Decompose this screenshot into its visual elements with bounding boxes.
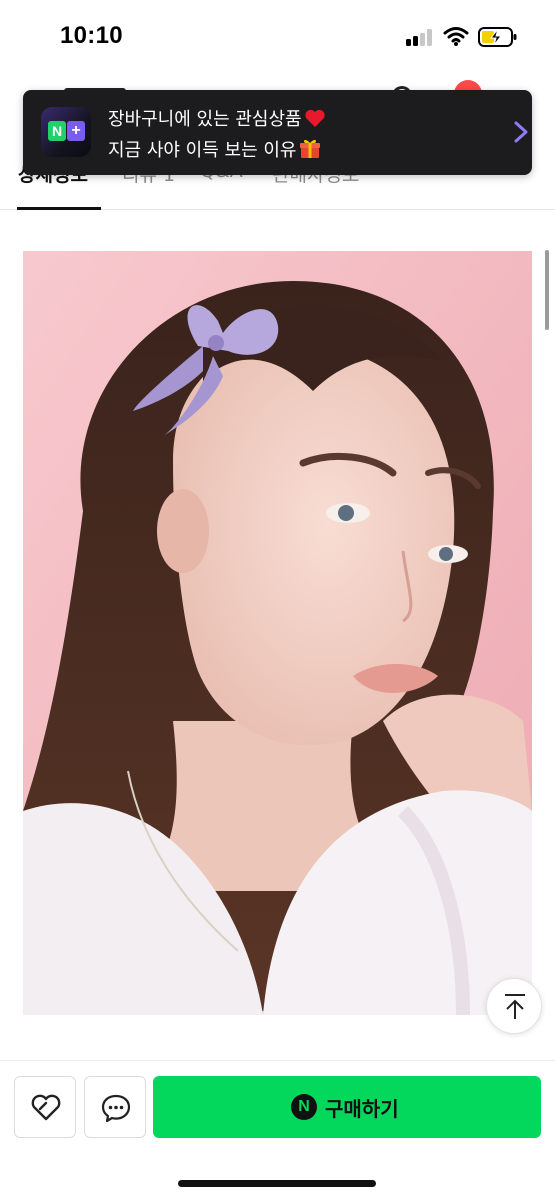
promo-toast[interactable]: N + 장바구니에 있는 관심상품 지금 사야 이득 보는 이유 <box>23 90 532 175</box>
toast-line-1: 장바구니에 있는 관심상품 <box>108 105 326 133</box>
signal-icon <box>406 28 434 46</box>
toast-line-2: 지금 사야 이득 보는 이유 <box>108 136 321 164</box>
scroll-indicator[interactable] <box>545 250 549 330</box>
gift-emoji-icon <box>299 137 321 164</box>
talk-button[interactable] <box>84 1076 146 1138</box>
home-indicator <box>178 1180 376 1187</box>
scroll-top-button[interactable] <box>486 978 542 1034</box>
heart-emoji-icon <box>304 108 326 133</box>
naver-plus-app-icon: N + <box>41 107 91 157</box>
status-time: 10:10 <box>60 22 123 49</box>
like-button[interactable] <box>14 1076 76 1138</box>
product-photo[interactable] <box>23 251 532 1015</box>
battery-charging-icon <box>478 27 517 47</box>
tab-underline <box>17 207 101 210</box>
heart-icon <box>31 1094 61 1121</box>
bottom-action-bar: N 구매하기 <box>0 1060 555 1200</box>
chat-bubble-icon <box>101 1094 131 1123</box>
naver-pay-logo: N <box>291 1094 317 1120</box>
buy-button-label: 구매하기 <box>325 1097 399 1121</box>
buy-button[interactable]: N 구매하기 <box>153 1076 541 1138</box>
status-bar: 10:10 <box>0 0 555 72</box>
chevron-right-icon[interactable] <box>511 120 531 144</box>
arrow-up-icon <box>505 994 525 1019</box>
wifi-icon <box>443 27 469 46</box>
